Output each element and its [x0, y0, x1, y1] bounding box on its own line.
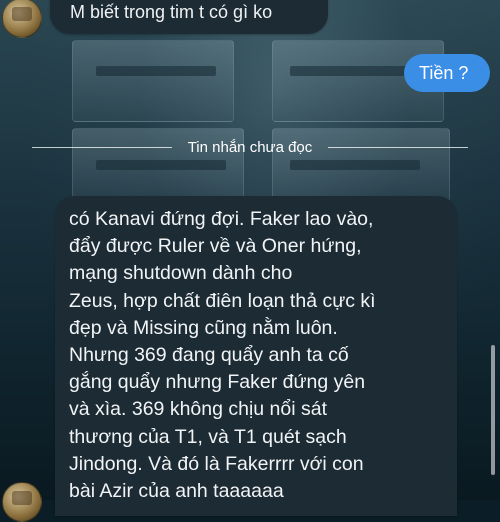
chat-scrollbar[interactable]	[491, 345, 495, 475]
unread-divider-label: Tin nhắn chưa đọc	[187, 138, 313, 156]
wallpaper-slot	[96, 160, 226, 170]
incoming-message-bubble[interactable]: M biết trong tim t có gì ko	[50, 0, 328, 34]
message-text: Tiền ?	[419, 63, 469, 83]
unread-messages-divider: Tin nhắn chưa đọc	[0, 137, 500, 157]
message-line: mạng shutdown dành cho	[69, 262, 293, 285]
message-line: thương của T1, và T1 quét sạch	[69, 425, 347, 448]
message-line: đẹp và Missing cũng nằm luôn.	[69, 316, 338, 339]
message-line: và xìa. 369 không chịu nổi sát	[69, 398, 328, 421]
long-message-text: có Kanavi đứng đợi. Faker lao vào, đẩy đ…	[69, 206, 489, 505]
wallpaper-slot	[96, 66, 216, 76]
incoming-long-message-bubble[interactable]: có Kanavi đứng đợi. Faker lao vào, đẩy đ…	[55, 196, 457, 516]
message-line: Nhưng 369 đang quẩy anh ta cố	[69, 344, 349, 367]
outgoing-message-bubble[interactable]: Tiền ?	[404, 54, 490, 92]
wallpaper-slot	[290, 66, 410, 76]
message-line: Jindong. Và đó là Fakerrrr với con	[69, 452, 364, 475]
message-line: đẩy được Ruler về và Oner hứng,	[69, 235, 362, 258]
wallpaper-tile	[72, 40, 234, 122]
message-line: bài Azir của anh taaaaaa	[69, 480, 284, 503]
message-text: M biết trong tim t có gì ko	[70, 2, 273, 22]
divider-line	[31, 146, 172, 148]
wallpaper-slot	[290, 160, 420, 170]
message-line: có Kanavi đứng đợi. Faker lao vào,	[69, 208, 374, 230]
divider-line	[328, 146, 469, 148]
message-line: Zeus, hợp chất điên loạn thả cực kì	[69, 289, 376, 312]
contact-avatar[interactable]	[2, 482, 42, 522]
message-line: gắng quẩy nhưng Faker đứng yên	[69, 371, 366, 394]
